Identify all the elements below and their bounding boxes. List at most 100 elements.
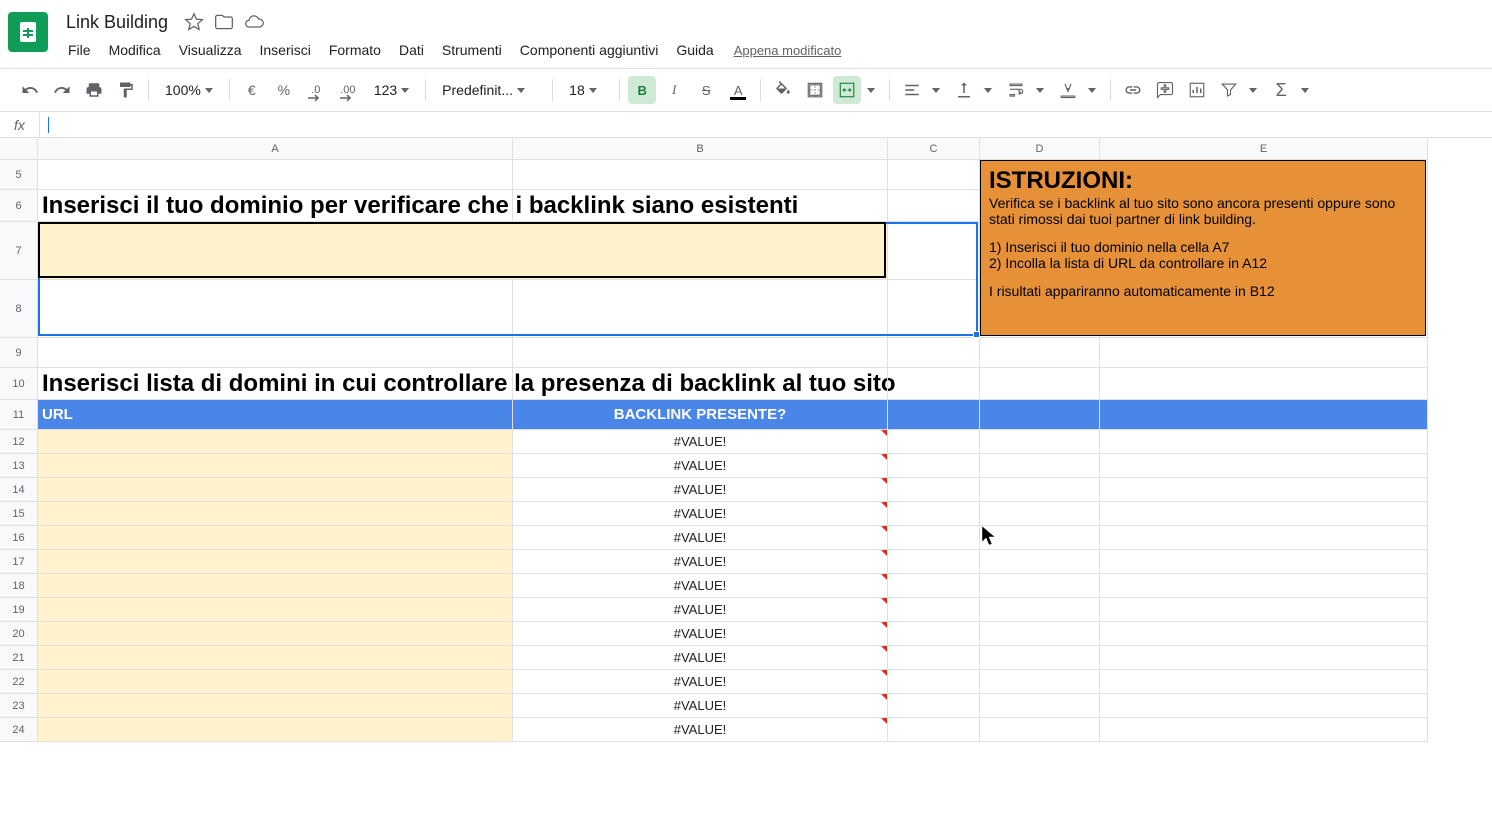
menu-data[interactable]: Dati (391, 38, 432, 62)
cell-B9[interactable] (513, 338, 888, 368)
cell-E22[interactable] (1100, 670, 1428, 694)
cell-C8[interactable] (888, 280, 980, 338)
cell-D12[interactable] (980, 430, 1100, 454)
cell-D11[interactable] (980, 400, 1100, 430)
paint-format-button[interactable] (112, 76, 140, 104)
text-wrap-button[interactable] (1002, 76, 1030, 104)
cell-E20[interactable] (1100, 622, 1428, 646)
cloud-status-icon[interactable] (244, 12, 264, 32)
cell-D22[interactable] (980, 670, 1100, 694)
menu-edit[interactable]: Modifica (101, 38, 169, 62)
cell-A9[interactable] (38, 338, 513, 368)
cell-D23[interactable] (980, 694, 1100, 718)
row-header[interactable]: 8 (0, 280, 38, 338)
font-select[interactable]: Predefinit... (434, 76, 544, 104)
cell-A5[interactable] (38, 160, 513, 190)
cell-B16[interactable]: #VALUE! (513, 526, 888, 550)
v-align-dropdown[interactable] (982, 76, 998, 104)
cell-A16[interactable] (38, 526, 513, 550)
cell-E11[interactable] (1100, 400, 1428, 430)
row-header[interactable]: 12 (0, 430, 38, 454)
strikethrough-button[interactable]: S (692, 76, 720, 104)
cell-C17[interactable] (888, 550, 980, 574)
menu-tools[interactable]: Strumenti (434, 38, 510, 62)
cell-C18[interactable] (888, 574, 980, 598)
cell-E24[interactable] (1100, 718, 1428, 742)
cell-A14[interactable] (38, 478, 513, 502)
cell-B12[interactable]: #VALUE! (513, 430, 888, 454)
cell-B18[interactable]: #VALUE! (513, 574, 888, 598)
cell-E12[interactable] (1100, 430, 1428, 454)
cell-E17[interactable] (1100, 550, 1428, 574)
cell-B17[interactable]: #VALUE! (513, 550, 888, 574)
font-size-select[interactable]: 18 (561, 76, 611, 104)
cell-C20[interactable] (888, 622, 980, 646)
cell-B13[interactable]: #VALUE! (513, 454, 888, 478)
increase-decimal-button[interactable]: .00 (334, 76, 362, 104)
cell-C23[interactable] (888, 694, 980, 718)
row-header[interactable]: 22 (0, 670, 38, 694)
decrease-decimal-button[interactable]: .0 (302, 76, 330, 104)
h-align-dropdown[interactable] (930, 76, 946, 104)
cell-E14[interactable] (1100, 478, 1428, 502)
col-header-D[interactable]: D (980, 138, 1100, 160)
print-button[interactable] (80, 76, 108, 104)
sheets-logo[interactable] (8, 12, 48, 52)
cell-A17[interactable] (38, 550, 513, 574)
row-header[interactable]: 7 (0, 222, 38, 280)
cell-D24[interactable] (980, 718, 1100, 742)
menu-help[interactable]: Guida (668, 38, 721, 62)
cell-E21[interactable] (1100, 646, 1428, 670)
cell-C10[interactable] (888, 368, 980, 400)
cell-C11[interactable] (888, 400, 980, 430)
insert-link-button[interactable] (1119, 76, 1147, 104)
insert-chart-button[interactable] (1183, 76, 1211, 104)
currency-button[interactable]: € (238, 76, 266, 104)
row-header[interactable]: 9 (0, 338, 38, 368)
merge-dropdown[interactable] (865, 76, 881, 104)
cell-A23[interactable] (38, 694, 513, 718)
cell-E15[interactable] (1100, 502, 1428, 526)
cell-D14[interactable] (980, 478, 1100, 502)
text-rotation-button[interactable] (1054, 76, 1082, 104)
cell-C21[interactable] (888, 646, 980, 670)
move-folder-icon[interactable] (214, 12, 234, 32)
filter-button[interactable] (1215, 76, 1243, 104)
zoom-select[interactable]: 100% (157, 76, 221, 104)
cell-C14[interactable] (888, 478, 980, 502)
cell-A19[interactable] (38, 598, 513, 622)
merge-cells-button[interactable] (833, 76, 861, 104)
row-header[interactable]: 21 (0, 646, 38, 670)
cell-A21[interactable] (38, 646, 513, 670)
star-icon[interactable] (184, 12, 204, 32)
cell-D13[interactable] (980, 454, 1100, 478)
rotation-dropdown[interactable] (1086, 76, 1102, 104)
cell-B15[interactable]: #VALUE! (513, 502, 888, 526)
cell-B14[interactable]: #VALUE! (513, 478, 888, 502)
cell-D10[interactable] (980, 368, 1100, 400)
borders-button[interactable] (801, 76, 829, 104)
cell-A18[interactable] (38, 574, 513, 598)
cell-A12[interactable] (38, 430, 513, 454)
cell-B19[interactable]: #VALUE! (513, 598, 888, 622)
redo-button[interactable] (48, 76, 76, 104)
bold-button[interactable]: B (628, 76, 656, 104)
cell-A13[interactable] (38, 454, 513, 478)
cell-D16[interactable] (980, 526, 1100, 550)
cell-A24[interactable] (38, 718, 513, 742)
wrap-dropdown[interactable] (1034, 76, 1050, 104)
cell-C15[interactable] (888, 502, 980, 526)
row-header[interactable]: 13 (0, 454, 38, 478)
text-color-button[interactable]: A (724, 76, 752, 104)
cell-A20[interactable] (38, 622, 513, 646)
menu-file[interactable]: File (60, 38, 99, 62)
cell-D18[interactable] (980, 574, 1100, 598)
cell-C5[interactable] (888, 160, 980, 190)
row-header[interactable]: 19 (0, 598, 38, 622)
cell-A10[interactable]: Inserisci lista di domini in cui control… (38, 368, 513, 400)
col-header-A[interactable]: A (38, 138, 513, 160)
filter-dropdown[interactable] (1247, 76, 1263, 104)
select-all-corner[interactable] (0, 138, 38, 160)
cell-D20[interactable] (980, 622, 1100, 646)
cell-D21[interactable] (980, 646, 1100, 670)
